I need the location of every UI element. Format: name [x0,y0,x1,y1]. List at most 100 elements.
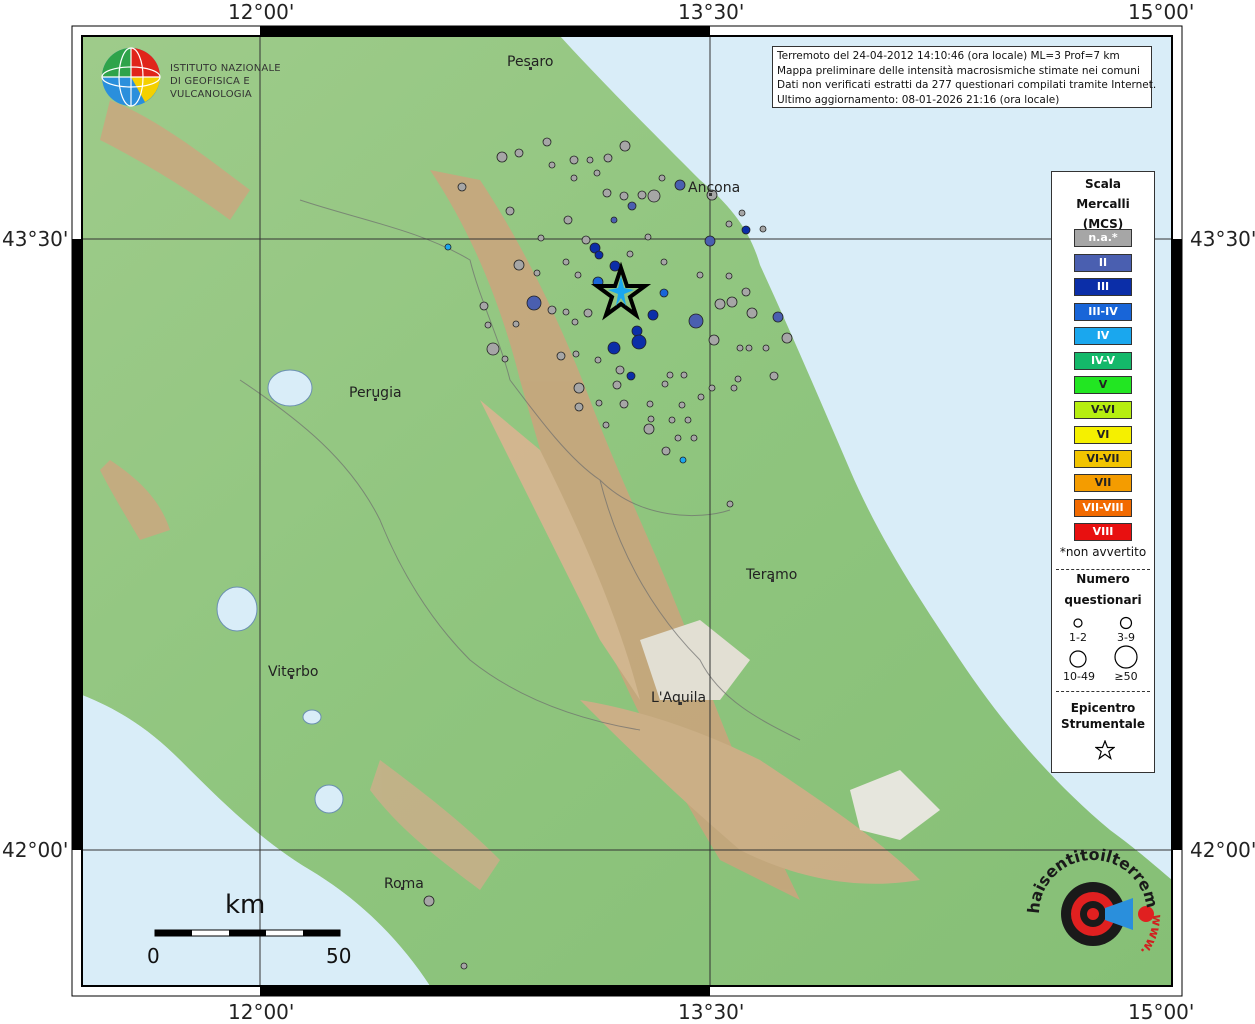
hsit-logo-text: haisentitoilterremoto.it www. [1023,844,1163,958]
legend-swatch-8: V-VI [1074,401,1132,419]
intensity-point [680,371,688,379]
intensity-point [537,234,545,242]
legend-title-2: Mercalli [1076,197,1130,211]
x-tick-bottom-1: 12°00' [228,1000,295,1024]
city-label-pesaro: Pesaro [507,54,554,70]
intensity-point [610,216,618,224]
intensity-point [574,271,582,279]
legend-swatch-10: VI-VII [1074,450,1132,468]
intensity-point [647,309,659,321]
intensity-point [647,189,661,203]
x-tick-bottom-3: 15°00' [1128,1000,1195,1024]
legend-swatch-1: n.a.* [1074,229,1132,247]
svg-text:haisentitoilterremoto.it: haisentitoilterremoto.it [1023,844,1162,914]
intensity-point [646,400,654,408]
intensity-point [660,258,668,266]
intensity-point [697,393,705,401]
intensity-point [714,298,726,310]
intensity-point [738,209,746,217]
intensity-point [572,350,580,358]
intensity-point [602,188,612,198]
intensity-point [586,156,594,164]
intensity-point [745,344,753,352]
x-tick-top-3: 15°00' [1128,0,1195,24]
intensity-point [626,371,636,381]
x-tick-bottom-2: 13°30' [678,1000,745,1024]
legend-title-1: Scala [1084,177,1122,191]
intensity-point [666,371,674,379]
intensity-point [479,301,489,311]
legend-note: *non avvertito [1059,545,1147,559]
intensity-point [573,382,585,394]
scale-start: 0 [147,944,160,968]
intensity-point [594,356,602,364]
intensity-point [514,148,524,158]
intensity-point [562,308,570,316]
intensity-point [762,344,770,352]
ingv-logo: ISTITUTO NAZIONALE DI GEOFISICA E VULCAN… [100,47,320,108]
intensity-point [725,272,733,280]
intensity-point [626,250,634,258]
intensity-point [674,179,686,191]
y-tick-right-1: 43°30' [1190,227,1255,251]
intensity-point [593,169,601,177]
intensity-point [562,258,570,266]
info-line2: Mappa preliminare delle intensità macros… [777,64,1140,77]
legend-swatch-3: III [1074,278,1132,296]
intensity-point [595,399,603,407]
legend-swatch-12: VII-VIII [1074,499,1132,517]
intensity-point [583,308,593,318]
intensity-point [484,321,492,329]
scale-end: 50 [326,944,352,968]
x-tick-top-1: 12°00' [228,0,295,24]
intensity-point [759,225,767,233]
intensity-point [659,288,669,298]
intensity-point [512,320,520,328]
star-legend-icon [1095,740,1115,760]
legend-swatch-7: V [1074,376,1132,394]
intensity-point [602,421,610,429]
logo-line1: ISTITUTO NAZIONALE [170,63,281,74]
city-label-perugia: Perugia [349,385,402,401]
count-title-2: questionari [1064,593,1142,607]
x-tick-top-2: 13°30' [678,0,745,24]
intensity-point [619,140,631,152]
intensity-point [526,295,542,311]
epi-title-1: Epicentro [1070,701,1136,715]
size-1-2: 1-2 [1069,631,1087,644]
count-title-1: Numero [1076,572,1130,586]
hsit-text: haisentitoilterremoto.it [1023,844,1162,914]
legend-swatch-9: VI [1074,426,1132,444]
intensity-point [647,415,655,423]
intensity-point [574,402,584,412]
intensity-point [781,332,793,344]
intensity-point [726,296,738,308]
intensity-point [619,191,629,201]
intensity-point [619,399,629,409]
intensity-point [569,155,579,165]
intensity-point [725,220,733,228]
intensity-point [684,416,692,424]
legend-swatch-4: III-IV [1074,303,1132,321]
intensity-point [612,380,622,390]
scale-unit: km [225,890,266,920]
intensity-point [457,182,467,192]
intensity-point [678,401,686,409]
city-label-laquila: L'Aquila [651,690,707,706]
intensity-point [631,325,643,337]
intensity-point [679,456,687,464]
intensity-point [496,151,508,163]
lake-vico [302,709,322,725]
intensity-point [658,174,666,182]
intensity-point [643,423,655,435]
city-label-viterbo: Viterbo [268,664,319,680]
intensity-point [563,215,573,225]
intensity-point [571,318,579,326]
intensity-point [548,161,556,169]
intensity-point [547,305,557,315]
intensity-point [661,446,671,456]
intensity-point [708,384,716,392]
info-line4: Ultimo aggiornamento: 08-01-2026 21:16 (… [777,93,1060,106]
legend-swatch-11: VII [1074,474,1132,492]
intensity-point [505,206,515,216]
